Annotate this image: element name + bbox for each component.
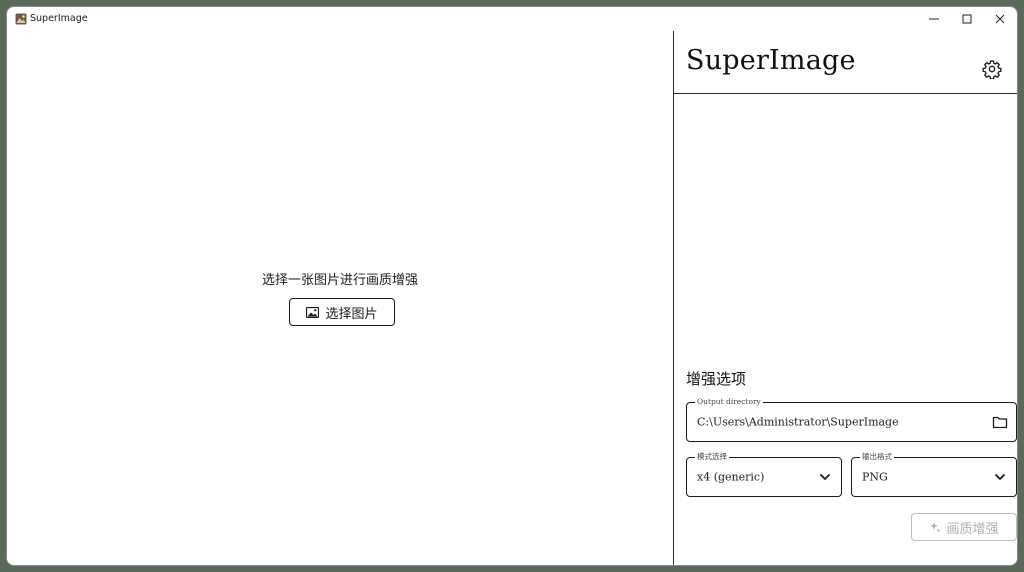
format-select[interactable]: 输出格式 PNG [851,452,1017,497]
image-icon [306,306,320,318]
app-name-heading: SuperImage [686,45,856,76]
empty-state-prompt: 选择一张图片进行画质增强 [261,273,418,288]
app-window: SuperImage 选择一张图片进行画质增强 选择图片 SuperImage [6,6,1018,566]
window-title: SuperImage [30,13,88,24]
image-canvas[interactable]: 选择一张图片进行画质增强 选择图片 [7,31,673,565]
select-image-button[interactable]: 选择图片 [289,298,395,326]
format-select-value: PNG [862,470,888,484]
model-select[interactable]: 模式选择 x4 (generic) [686,452,842,497]
gear-icon[interactable] [982,59,1002,79]
format-select-label: 输出格式 [860,452,894,462]
output-directory-value: C:\Users\Administrator\SuperImage [697,415,899,429]
options-panel: SuperImage 增强选项 Output directory C:\User… [674,31,1017,565]
maximize-button[interactable] [950,7,984,31]
model-select-label: 模式选择 [695,452,729,462]
minimize-button[interactable] [917,7,951,31]
enhance-button[interactable]: 画质增强 [911,513,1017,541]
section-title: 增强选项 [686,370,747,388]
select-image-label: 选择图片 [325,306,378,322]
close-button[interactable] [983,7,1017,31]
sparkle-icon [930,522,941,533]
folder-icon[interactable] [992,414,1008,430]
title-bar: SuperImage [7,7,1017,31]
enhance-button-label: 画质增强 [946,521,999,537]
app-icon [15,13,27,25]
minimize-icon [929,18,939,20]
maximize-icon [962,14,972,24]
output-directory-label: Output directory [695,397,763,407]
chevron-down-icon [995,474,1005,480]
model-select-value: x4 (generic) [697,470,765,484]
close-icon [995,14,1005,24]
chevron-down-icon [820,474,830,480]
header-divider [674,93,1017,94]
output-directory-field[interactable]: Output directory C:\Users\Administrator\… [686,397,1017,442]
